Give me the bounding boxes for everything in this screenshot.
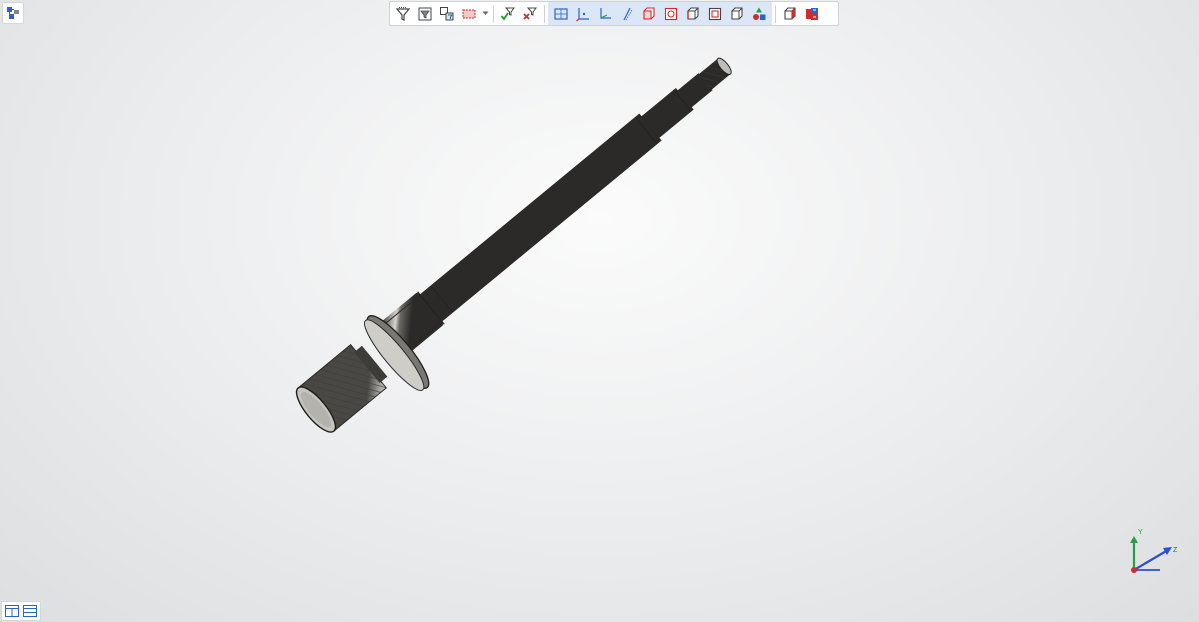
triad-z-label: Z [1173,547,1178,554]
split-vertical-button[interactable] [4,603,20,619]
axis-triad: Y Z [1130,529,1178,573]
triad-y-label: Y [1138,529,1143,536]
split-horizontal-icon [23,605,37,617]
panel-toggle-bar [1,601,41,621]
shaft-model[interactable] [0,0,1199,622]
split-horizontal-button[interactable] [22,603,38,619]
split-vertical-icon [5,605,19,617]
3d-viewport[interactable]: Y Z [0,0,1199,622]
